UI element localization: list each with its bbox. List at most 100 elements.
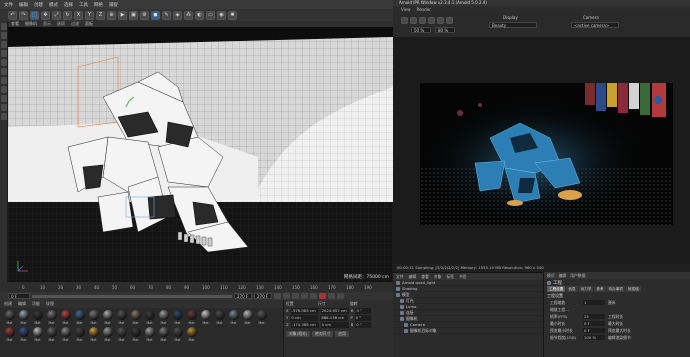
floor-icon[interactable]: ▭ [206, 10, 215, 20]
material-swatch[interactable]: Mat [172, 310, 183, 325]
rotation-h-field[interactable]: 0 ° [355, 308, 372, 314]
material-swatch[interactable]: Mat [144, 310, 155, 325]
attribute-value-field[interactable]: 25 [583, 314, 605, 319]
frame-range-slider[interactable] [32, 294, 232, 298]
material-swatch[interactable]: Mat [46, 310, 57, 325]
render-image[interactable] [420, 83, 673, 225]
rotate-icon[interactable]: ↻ [63, 10, 72, 20]
material-swatch[interactable]: Mat [74, 310, 85, 325]
deformer-icon[interactable]: ◐ [195, 10, 204, 20]
render-view-icon[interactable]: ▶ [118, 10, 127, 20]
display-dropdown[interactable]: Beauty [489, 22, 537, 28]
play-icon[interactable] [292, 293, 299, 299]
cube-icon[interactable]: ◼ [151, 10, 160, 20]
om-menu-file[interactable]: 文件 [396, 274, 404, 280]
model-mode-icon[interactable] [1, 23, 7, 30]
material-swatch[interactable]: Mat [4, 310, 15, 325]
workplane-icon[interactable] [1, 104, 7, 111]
3d-viewport[interactable]: 网格间距：75000 cm [8, 27, 393, 282]
arnold-menu-view[interactable]: View [401, 7, 411, 12]
material-swatch[interactable]: Mat [102, 310, 113, 325]
size-y-field[interactable]: 868.136 cm [320, 315, 349, 321]
axis-z-button[interactable]: Z [96, 10, 105, 20]
apply-button[interactable]: 应用 [335, 331, 349, 337]
om-menu-edit[interactable]: 编辑 [409, 274, 417, 280]
render-settings-icon[interactable]: ⚙ [140, 10, 149, 20]
current-frame-field[interactable]: 0 F [8, 293, 30, 299]
menu-edit[interactable]: 编辑 [19, 2, 28, 8]
material-swatch[interactable]: Mat [242, 310, 253, 325]
material-swatch[interactable]: Mat [46, 327, 57, 342]
menu-tools[interactable]: 工具 [79, 2, 88, 8]
points-mode-icon[interactable] [1, 50, 7, 57]
size-x-field[interactable]: 2024.657 cm [320, 308, 349, 314]
tab-info[interactable]: 信息 [566, 286, 578, 292]
position-z-field[interactable]: -174.389 cm [290, 322, 319, 328]
object-row[interactable]: 摄像机目标对象 [393, 328, 543, 334]
material-swatch[interactable]: Mat [74, 327, 85, 342]
material-swatch[interactable]: Mat [4, 327, 15, 342]
prev-frame-icon[interactable] [283, 293, 290, 299]
resolution-scale-field[interactable]: 80 % [435, 27, 455, 33]
material-swatch[interactable]: Mat [116, 310, 127, 325]
arnold-render-icon[interactable] [401, 17, 408, 24]
material-swatch[interactable]: Mat [102, 327, 113, 342]
undo-icon[interactable]: ↶ [8, 10, 17, 20]
material-menu-texture[interactable]: 纹理 [46, 301, 54, 307]
material-swatch[interactable]: Mat [186, 327, 197, 342]
axis-mode-icon[interactable] [1, 77, 7, 84]
om-menu-object[interactable]: 对象 [434, 274, 442, 280]
autokey-icon[interactable] [337, 293, 344, 299]
menu-create[interactable]: 创建 [34, 2, 43, 8]
material-swatch[interactable]: Mat [88, 310, 99, 325]
next-frame-icon[interactable] [301, 293, 308, 299]
material-swatch[interactable]: Mat [18, 310, 29, 325]
material-swatch[interactable]: Mat [144, 327, 155, 342]
material-swatch[interactable]: Mat [228, 310, 239, 325]
rotation-p-field[interactable]: 0 ° [354, 315, 371, 321]
material-swatch[interactable]: Mat [214, 310, 225, 325]
menu-mesh[interactable]: 网格 [94, 2, 103, 8]
coordinate-system-icon[interactable]: ⊕ [107, 10, 116, 20]
array-icon[interactable]: ⁂ [184, 10, 193, 20]
material-swatch[interactable]: Mat [116, 327, 127, 342]
attribute-value-field[interactable]: 0 F [583, 328, 605, 333]
object-mode-icon[interactable] [1, 32, 7, 39]
menu-snap[interactable]: 捕捉 [109, 2, 118, 8]
material-swatch[interactable]: Mat [60, 310, 71, 325]
tab-todo[interactable]: 待办事项 [606, 286, 625, 292]
goto-start-icon[interactable] [274, 293, 281, 299]
material-swatch[interactable]: Mat [130, 327, 141, 342]
render-picture-viewer-icon[interactable]: ▣ [129, 10, 138, 20]
keyframe-icon[interactable] [328, 293, 335, 299]
tab-frame-interpolation[interactable]: 帧插值 [625, 286, 641, 292]
tab-dynamics[interactable]: 动力学 [578, 286, 594, 292]
arnold-lock-icon[interactable] [446, 17, 453, 24]
pen-icon[interactable]: ✎ [162, 10, 171, 20]
light-icon[interactable]: ✺ [228, 10, 237, 20]
material-menu-function[interactable]: 功能 [32, 301, 40, 307]
material-swatch[interactable]: Mat [158, 310, 169, 325]
material-swatch[interactable]: Mat [32, 310, 43, 325]
rotation-b-field[interactable]: 0 ° [355, 322, 372, 328]
zoom-field[interactable]: 50 % [411, 27, 431, 33]
coordinate-mode-dropdown[interactable]: 对象(相对) [286, 331, 311, 337]
axis-y-button[interactable]: Y [85, 10, 94, 20]
material-swatch[interactable]: Mat [88, 327, 99, 342]
position-x-field[interactable]: -576.983 cm [290, 308, 319, 314]
tab-reference[interactable]: 参考 [594, 286, 606, 292]
redo-icon[interactable]: ↷ [19, 10, 28, 20]
live-select-icon[interactable]: ⬚ [30, 10, 39, 20]
position-y-field[interactable]: 0 cm [290, 315, 319, 321]
material-swatch[interactable]: Mat [200, 310, 211, 325]
attribute-value-field[interactable]: 0 F [583, 321, 605, 326]
material-swatch[interactable]: Mat [158, 327, 169, 342]
attribute-value-field[interactable]: 100 % [583, 335, 605, 340]
material-swatch[interactable]: Mat [32, 327, 43, 342]
snap-icon[interactable] [1, 95, 7, 102]
axis-x-button[interactable]: X [74, 10, 83, 20]
texture-mode-icon[interactable] [1, 41, 7, 48]
am-menu-edit[interactable]: 编辑 [559, 273, 567, 279]
material-swatch[interactable]: Mat [256, 310, 267, 325]
om-menu-view[interactable]: 查看 [421, 274, 429, 280]
